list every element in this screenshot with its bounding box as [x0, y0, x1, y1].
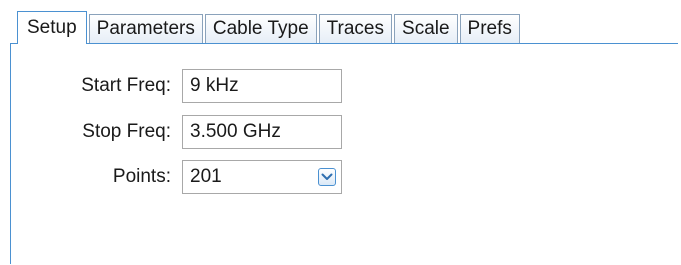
- chevron-down-icon: [321, 173, 333, 180]
- stop-freq-value: 3.500 GHz: [190, 121, 281, 142]
- tab-scale[interactable]: Scale: [394, 14, 458, 43]
- points-select[interactable]: 201: [182, 160, 342, 194]
- tab-cable-type[interactable]: Cable Type: [204, 14, 317, 43]
- start-freq-row: Start Freq:: [11, 69, 171, 103]
- setup-panel: Start Freq: 9 kHz Stop Freq: 3.500 GHz P…: [10, 43, 678, 264]
- tab-prefs[interactable]: Prefs: [459, 14, 520, 43]
- stop-freq-field[interactable]: 3.500 GHz: [182, 115, 342, 149]
- start-freq-label: Start Freq:: [81, 75, 171, 96]
- tab-parameters[interactable]: Parameters: [88, 14, 203, 43]
- start-freq-field[interactable]: 9 kHz: [182, 69, 342, 103]
- stop-freq-label: Stop Freq:: [82, 121, 171, 142]
- points-row: Points:: [11, 160, 171, 194]
- tab-traces[interactable]: Traces: [318, 14, 393, 43]
- tab-setup[interactable]: Setup: [17, 11, 87, 45]
- tab-bar: Setup Parameters Cable Type Traces Scale…: [17, 10, 522, 45]
- stop-freq-row: Stop Freq:: [11, 115, 171, 149]
- points-value: 201: [190, 166, 222, 187]
- points-label: Points:: [112, 166, 171, 187]
- start-freq-value: 9 kHz: [190, 75, 239, 96]
- points-dropdown-button[interactable]: [318, 168, 336, 186]
